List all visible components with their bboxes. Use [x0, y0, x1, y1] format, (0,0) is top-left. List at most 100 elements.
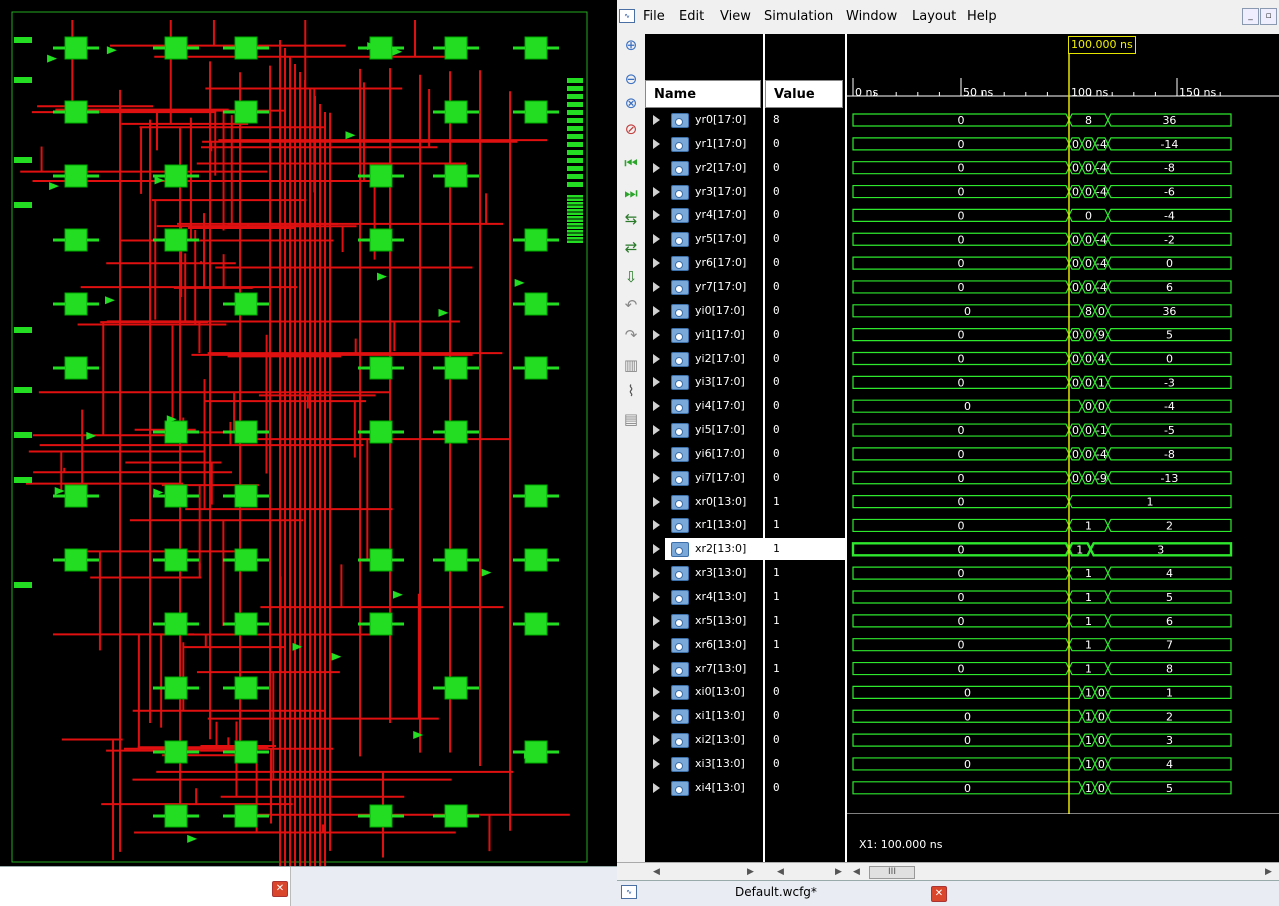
close-icon[interactable]: ✕ — [931, 886, 947, 902]
expand-arrow-icon[interactable] — [653, 663, 660, 674]
move-down-icon[interactable]: ⇩ — [621, 268, 641, 288]
expand-arrow-icon[interactable] — [653, 520, 660, 531]
signal-value-row[interactable]: 1 — [765, 610, 845, 632]
signal-row[interactable]: yi3[17:0] — [645, 371, 763, 393]
waveform-canvas[interactable]: 0 8 360 0 0 -4 -140 0 0 -4 -80 0 0 -4 -60 0 -40 0 0 -4 -20 0 0… — [847, 34, 1279, 814]
signal-value-row[interactable]: 0 — [765, 252, 845, 274]
logic-block[interactable] — [164, 740, 188, 764]
signal-value-row[interactable]: 1 — [765, 514, 845, 536]
signal-value-row[interactable]: 0 — [765, 157, 845, 179]
waveform-row[interactable]: 0105 — [852, 781, 1232, 795]
expand-arrow-icon[interactable] — [653, 234, 660, 245]
zoom-full-icon[interactable]: ⊘ — [621, 120, 641, 140]
expand-arrow-icon[interactable] — [653, 639, 660, 650]
waveform-row[interactable]: 0104 — [852, 757, 1232, 771]
waveform-row[interactable]: 0 1 7 — [852, 638, 1232, 652]
expand-arrow-icon[interactable] — [653, 305, 660, 316]
signal-value-row[interactable]: 1 — [765, 586, 845, 608]
logic-block[interactable] — [444, 164, 468, 188]
expand-arrow-icon[interactable] — [653, 401, 660, 412]
name-column-header[interactable]: Name — [645, 80, 761, 108]
signal-row[interactable]: xi2[13:0] — [645, 729, 763, 751]
signal-row[interactable]: xr1[13:0] — [645, 514, 763, 536]
logic-block[interactable] — [164, 612, 188, 636]
expand-arrow-icon[interactable] — [653, 329, 660, 340]
waveform-row[interactable]: 0 8 0 36 — [852, 304, 1232, 318]
signal-value-row[interactable]: 0 — [765, 300, 845, 322]
scroll-thumb[interactable]: III — [869, 866, 915, 879]
waveform-row[interactable]: 0102 — [852, 709, 1232, 723]
zoom-in-icon[interactable]: ⊕ — [621, 36, 641, 56]
menu-edit[interactable]: Edit — [679, 9, 704, 24]
expand-arrow-icon[interactable] — [653, 592, 660, 602]
signal-row[interactable]: yr3[17:0] — [645, 181, 763, 203]
signal-row[interactable]: xr0[13:0] — [645, 491, 763, 513]
undo-icon[interactable]: ↶ — [621, 296, 641, 316]
logic-block[interactable] — [369, 164, 393, 188]
scroll-left-icon[interactable]: ◀ — [853, 867, 860, 877]
expand-arrow-icon[interactable] — [653, 472, 660, 483]
signal-value-row[interactable]: 0 — [765, 228, 845, 250]
minimize-icon[interactable]: _ — [1242, 8, 1259, 25]
signal-row[interactable]: xr6[13:0] — [645, 634, 763, 656]
add-marker-icon[interactable]: ⇄ — [621, 238, 641, 258]
close-icon[interactable]: ✕ — [272, 881, 288, 897]
logic-block[interactable] — [164, 676, 188, 700]
signal-value-row[interactable]: 0 — [765, 324, 845, 346]
logic-block[interactable] — [444, 676, 468, 700]
logic-block[interactable] — [164, 548, 188, 572]
signal-value-row[interactable]: 1 — [765, 491, 845, 513]
logic-block[interactable] — [64, 164, 88, 188]
logic-block[interactable] — [64, 548, 88, 572]
waveform-row[interactable]: 0 1 5 — [852, 590, 1232, 604]
scroll-left-icon[interactable]: ◀ — [777, 867, 784, 877]
expand-arrow-icon[interactable] — [653, 496, 660, 507]
waveform-row[interactable]: 0 0 0 -4 -14 — [852, 137, 1232, 151]
logic-block[interactable] — [234, 676, 258, 700]
signal-row[interactable]: xi1[13:0] — [645, 705, 763, 727]
waveform-row[interactable]: 0 0 0 1 -3 — [852, 375, 1232, 389]
waveform-panel[interactable]: 0 8 36 0 0 0 -4 -14 0 0 0 -4 -8 0 0 0 -4 -6 0 0 -4 0 0 0 -4 -2 0 0 0… — [847, 34, 1279, 880]
signal-value-row[interactable]: 0 — [765, 181, 845, 203]
expand-arrow-icon[interactable] — [653, 210, 660, 221]
expand-arrow-icon[interactable] — [653, 687, 660, 698]
menu-layout[interactable]: Layout — [912, 9, 956, 24]
logic-block[interactable] — [64, 292, 88, 316]
waveform-row[interactable]: 0 0 0 -4 -8 — [852, 161, 1232, 175]
logic-block[interactable] — [234, 740, 258, 764]
restore-icon[interactable]: ▫ — [1260, 8, 1277, 25]
scroll-right-icon[interactable]: ▶ — [1265, 867, 1272, 877]
logic-block[interactable] — [524, 228, 548, 252]
signal-row[interactable]: yr7[17:0] — [645, 276, 763, 298]
signal-row[interactable]: xr5[13:0] — [645, 610, 763, 632]
signal-row[interactable]: xi4[13:0] — [645, 777, 763, 799]
scroll-right-icon[interactable]: ▶ — [747, 867, 754, 877]
signal-row[interactable]: xr4[13:0] — [645, 586, 763, 608]
expand-arrow-icon[interactable] — [653, 281, 660, 292]
signal-row[interactable]: xi3[13:0] — [645, 753, 763, 775]
waveform-row[interactable]: 0 0 0 -1 -5 — [852, 423, 1232, 437]
signal-row[interactable]: xi0[13:0] — [645, 681, 763, 703]
signal-value-row[interactable]: 0 — [765, 419, 845, 441]
logic-block[interactable] — [64, 484, 88, 508]
swap-icon[interactable]: ⇆ — [621, 210, 641, 230]
signal-row[interactable]: yi1[17:0] — [645, 324, 763, 346]
logic-block[interactable] — [234, 100, 258, 124]
signal-row[interactable]: yi0[17:0] — [645, 300, 763, 322]
scroll-left-icon[interactable]: ◀ — [653, 867, 660, 877]
signal-row[interactable]: yi2[17:0] — [645, 348, 763, 370]
expand-arrow-icon[interactable] — [653, 568, 660, 579]
signal-value-row[interactable]: 0 — [765, 753, 845, 775]
go-end-icon[interactable]: ⏭ — [621, 184, 641, 204]
redo-icon[interactable]: ↷ — [621, 326, 641, 346]
logic-block[interactable] — [164, 420, 188, 444]
snap-icon[interactable]: ▥ — [621, 356, 641, 376]
horizontal-scrollbar[interactable]: ◀ ▶ ◀ ▶ ◀ III ▶ — [617, 862, 1279, 881]
logic-block[interactable] — [444, 420, 468, 444]
signal-value-row[interactable]: 0 — [765, 729, 845, 751]
signal-value-row[interactable]: 1 — [765, 658, 845, 680]
signal-row[interactable]: yi7[17:0] — [645, 467, 763, 489]
signal-row[interactable]: yr1[17:0] — [645, 133, 763, 155]
schematic-tab[interactable] — [0, 867, 291, 906]
logic-block[interactable] — [524, 100, 548, 124]
